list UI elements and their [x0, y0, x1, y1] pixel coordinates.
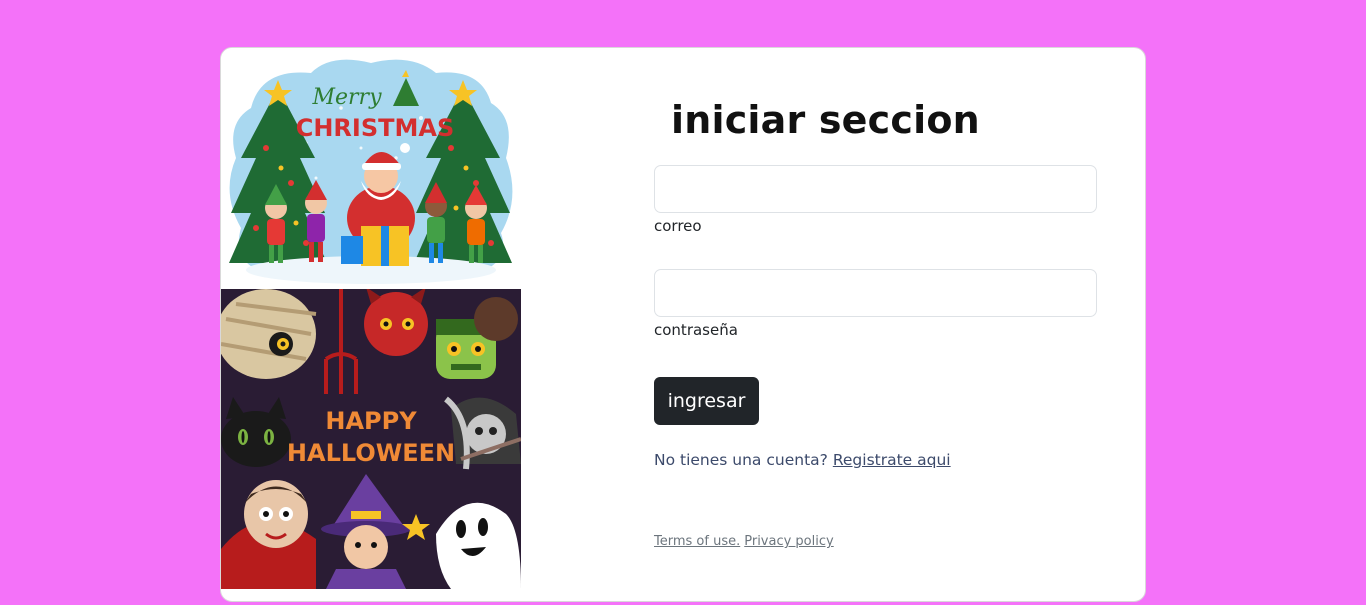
halloween-image: HAPPY HALLOWEEN [221, 289, 521, 589]
email-field[interactable] [654, 165, 1097, 213]
halloween-text-line1: HAPPY [325, 407, 417, 435]
login-form: iniciar seccion correo contraseña ingres… [654, 48, 1104, 601]
password-label: contraseña [654, 321, 738, 339]
privacy-link[interactable]: Privacy policy [744, 534, 833, 549]
submit-button[interactable]: ingresar [654, 377, 759, 425]
footer-links: Terms of use. Privacy policy [654, 534, 838, 549]
login-card: Merry CHRISTMAS HAPPY HALLOWEEN iniciar … [220, 47, 1146, 602]
register-prompt-line: No tienes una cuenta? Registrate aqui [654, 451, 951, 469]
christmas-image: Merry CHRISTMAS [221, 48, 523, 289]
terms-link[interactable]: Terms of use. [654, 534, 740, 549]
christmas-banner-line2: CHRISTMAS [296, 114, 455, 142]
email-label: correo [654, 217, 702, 235]
register-link[interactable]: Registrate aqui [833, 451, 951, 469]
christmas-banner-line1: Merry [311, 85, 382, 110]
decorative-images: Merry CHRISTMAS HAPPY HALLOWEEN [221, 48, 523, 601]
halloween-text-line2: HALLOWEEN [287, 439, 455, 467]
register-prompt: No tienes una cuenta? [654, 451, 828, 469]
page-title: iniciar seccion [671, 98, 980, 142]
password-field[interactable] [654, 269, 1097, 317]
